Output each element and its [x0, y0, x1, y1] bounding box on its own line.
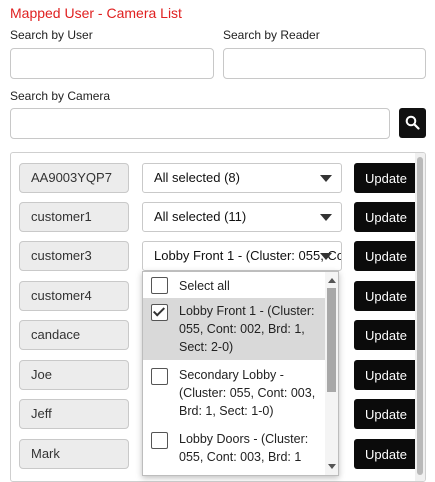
option-label: Secondary Lobby - (Cluster: 055, Cont: 0… [179, 368, 316, 418]
user-field: AA9003YQP7 [19, 163, 129, 193]
camera-select[interactable]: All selected (11) [142, 202, 342, 232]
user-field: Mark [19, 439, 129, 469]
search-icon [405, 115, 420, 130]
caret-down-icon [320, 253, 332, 260]
checkbox[interactable] [151, 277, 168, 294]
search-reader-input[interactable] [223, 48, 426, 79]
camera-select[interactable]: Lobby Front 1 - (Cluster: 055, Cont: 002… [142, 241, 342, 271]
update-button[interactable]: Update [354, 360, 418, 390]
caret-down-icon [320, 214, 332, 221]
update-button[interactable]: Update [354, 163, 418, 193]
table-row: customer3 Lobby Front 1 - (Cluster: 055,… [11, 241, 418, 273]
camera-select-value: All selected (11) [154, 209, 247, 224]
option-lobby-front-1[interactable]: Lobby Front 1 - (Cluster: 055, Cont: 002… [143, 298, 326, 360]
panel-scrollbar[interactable] [415, 153, 425, 481]
panel-scrollbar-thumb[interactable] [417, 157, 423, 475]
update-button[interactable]: Update [354, 281, 418, 311]
option-select-all[interactable]: Select all [143, 274, 326, 298]
scroll-up-icon[interactable] [328, 278, 336, 283]
update-button[interactable]: Update [354, 399, 418, 429]
user-field: candace [19, 320, 129, 350]
user-field: Joe [19, 360, 129, 390]
option-label: Lobby Front 1 - (Cluster: 055, Cont: 002… [179, 304, 315, 354]
user-field: customer1 [19, 202, 129, 232]
table-row: customer1 All selected (11) Update [11, 202, 418, 234]
update-button[interactable]: Update [354, 439, 418, 469]
option-lobby-doors[interactable]: Lobby Doors - (Cluster: 055, Cont: 003, … [143, 428, 326, 475]
search-camera-label: Search by Camera [10, 89, 111, 103]
option-label: Select all [179, 279, 230, 293]
update-button[interactable]: Update [354, 241, 418, 271]
user-field: customer4 [19, 281, 129, 311]
option-secondary-lobby[interactable]: Secondary Lobby - (Cluster: 055, Cont: 0… [143, 364, 326, 424]
search-user-label: Search by User [10, 28, 93, 42]
camera-select-value: All selected (8) [154, 170, 240, 185]
user-field: Jeff [19, 399, 129, 429]
update-button[interactable]: Update [354, 202, 418, 232]
checkbox[interactable] [151, 368, 168, 385]
scroll-down-icon[interactable] [328, 464, 336, 469]
search-button[interactable] [399, 108, 426, 138]
dropdown-scrollbar-thumb[interactable] [327, 288, 336, 392]
update-button[interactable]: Update [354, 320, 418, 350]
search-user-input[interactable] [10, 48, 214, 79]
search-camera-input[interactable] [10, 108, 390, 139]
dropdown-scrollbar[interactable] [325, 272, 338, 475]
option-label: Lobby Doors - (Cluster: 055, Cont: 003, … [179, 432, 309, 464]
page-title: Mapped User - Camera List [10, 5, 182, 21]
table-row: AA9003YQP7 All selected (8) Update [11, 163, 418, 195]
user-field: customer3 [19, 241, 129, 271]
checkbox[interactable] [151, 432, 168, 449]
camera-select[interactable]: All selected (8) [142, 163, 342, 193]
camera-dropdown-menu: Select all Lobby Front 1 - (Cluster: 055… [142, 271, 339, 476]
search-reader-label: Search by Reader [223, 28, 320, 42]
checkbox-checked[interactable] [151, 304, 168, 321]
caret-down-icon [320, 175, 332, 182]
checkmark-icon [152, 304, 166, 317]
camera-select-value: Lobby Front 1 - (Cluster: 055, Cont: 002… [154, 248, 341, 263]
